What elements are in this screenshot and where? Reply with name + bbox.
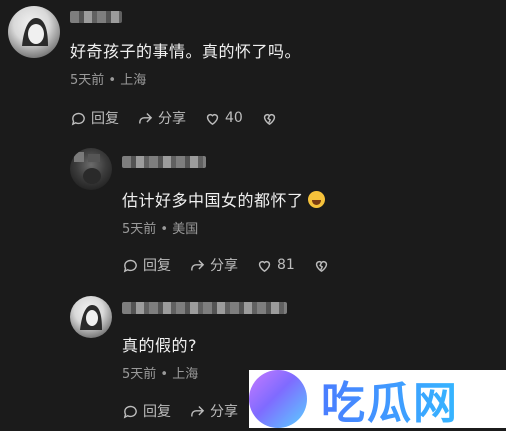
speech-bubble-icon: [123, 259, 137, 272]
heart-icon: [258, 260, 271, 272]
broken-heart-icon: [315, 260, 327, 272]
reply-label: 回复: [143, 404, 171, 420]
watermark: 吃瓜网: [249, 367, 506, 431]
share-button[interactable]: 分享: [137, 108, 186, 128]
comment-actions: 回复 分享 81: [122, 255, 348, 275]
username-blurred[interactable]: [122, 302, 287, 314]
share-button[interactable]: 分享: [189, 255, 238, 275]
watermark-text: 吃瓜网: [321, 367, 459, 431]
share-button[interactable]: 分享: [189, 401, 238, 421]
avatar[interactable]: [70, 296, 112, 338]
share-arrow-icon: [191, 259, 205, 270]
username-blurred[interactable]: [70, 11, 122, 23]
avatar[interactable]: [70, 148, 112, 190]
like-button[interactable]: 40: [204, 110, 243, 127]
like-count: 81: [277, 257, 295, 273]
comment-text-content: 估计好多中国女的都怀了: [122, 191, 304, 210]
comment-text: 估计好多中国女的都怀了: [122, 187, 325, 211]
like-button[interactable]: 81: [256, 257, 295, 274]
comment-meta: 5天前 • 上海: [70, 73, 147, 88]
comment-actions: 回复 分享 40: [70, 108, 296, 128]
laughing-crying-emoji-icon: [307, 191, 325, 208]
dislike-button[interactable]: [261, 110, 278, 127]
reply-button[interactable]: 回复: [70, 108, 119, 128]
reply-label: 回复: [143, 258, 171, 274]
reply-label: 回复: [91, 111, 119, 127]
share-arrow-icon: [191, 405, 205, 416]
comment-text: 好奇孩子的事情。真的怀了吗。: [70, 42, 302, 61]
watermark-logo-icon: [249, 370, 307, 428]
comment-meta: 5天前 • 美国: [122, 222, 199, 237]
comment-text: 真的假的?: [122, 336, 197, 355]
heart-icon: [206, 113, 219, 125]
share-arrow-icon: [139, 112, 153, 123]
dislike-button[interactable]: [313, 257, 330, 274]
username-blurred[interactable]: [122, 156, 206, 168]
reply-button[interactable]: 回复: [122, 255, 171, 275]
share-label: 分享: [210, 258, 238, 274]
reply-button[interactable]: 回复: [122, 401, 171, 421]
share-label: 分享: [210, 404, 238, 420]
speech-bubble-icon: [123, 405, 137, 418]
share-label: 分享: [158, 111, 186, 127]
speech-bubble-icon: [71, 112, 85, 125]
avatar[interactable]: [8, 6, 60, 58]
like-count: 40: [225, 110, 243, 126]
comment-meta: 5天前 • 上海: [122, 367, 199, 382]
broken-heart-icon: [263, 113, 275, 125]
